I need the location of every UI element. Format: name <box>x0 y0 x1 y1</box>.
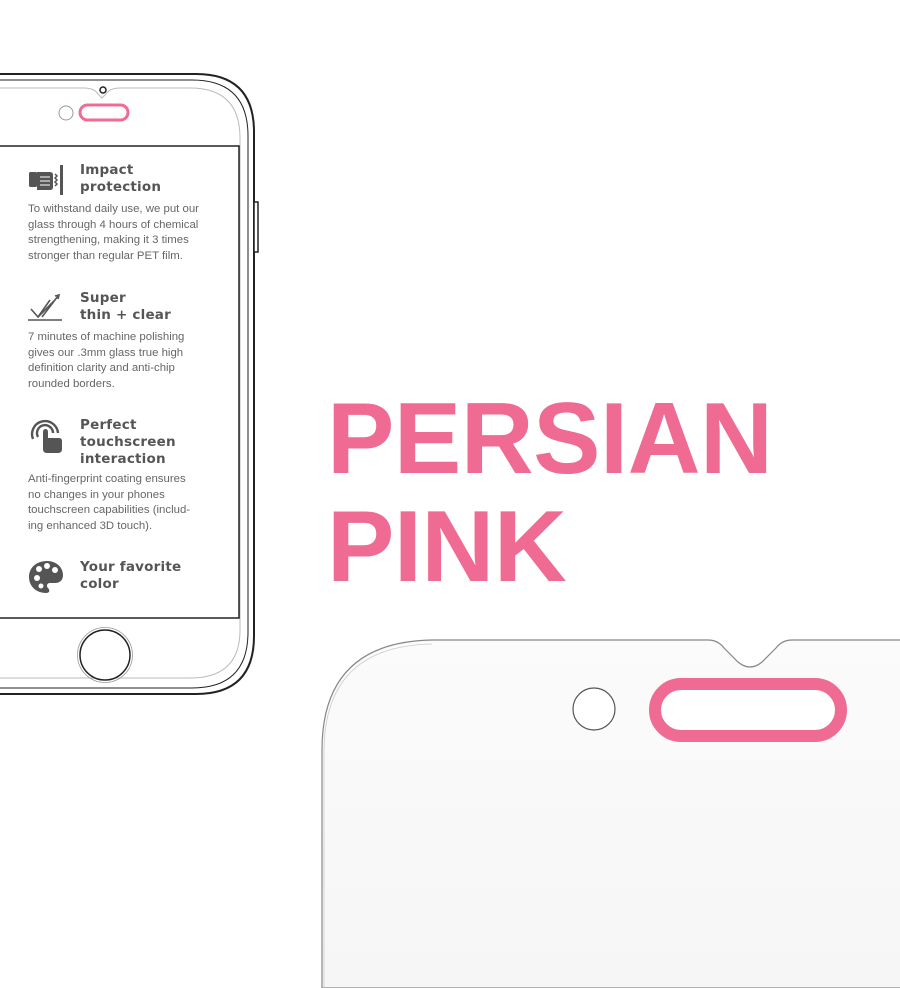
screen-protector-closeup <box>321 639 900 988</box>
speaker-cutout-large <box>649 678 847 742</box>
sensor-cutout-icon <box>572 687 616 731</box>
